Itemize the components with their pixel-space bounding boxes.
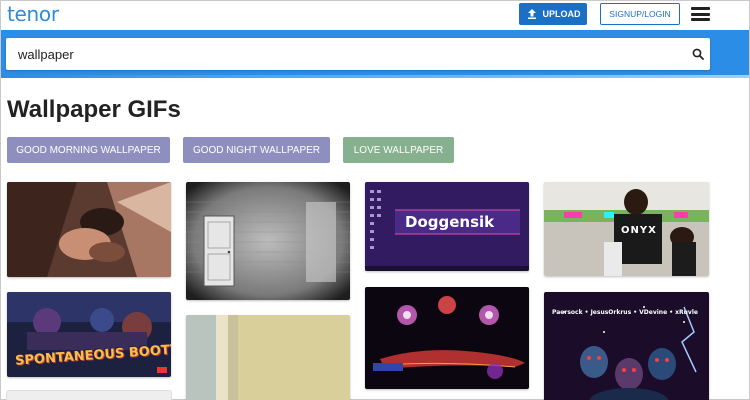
- signup-login-button[interactable]: SIGNUP/LOGIN: [600, 3, 680, 25]
- red-badge: [157, 367, 167, 373]
- gif-tile-brick-wall-door[interactable]: [186, 182, 350, 300]
- tenor-logo[interactable]: tenor: [7, 2, 59, 26]
- gif-caption-onyx: ONYX: [621, 225, 657, 236]
- gif-caption-doggensik: Doggensik: [405, 213, 495, 231]
- gif-tile-doggensik[interactable]: Doggensik: [365, 182, 529, 271]
- search-band: [1, 30, 749, 78]
- page-title: Wallpaper GIFs: [7, 96, 181, 123]
- tag-good-morning-wallpaper[interactable]: GOOD MORNING WALLPAPER: [7, 137, 170, 163]
- upload-icon: [527, 9, 536, 19]
- hamburger-menu-icon[interactable]: [691, 7, 710, 21]
- search-box[interactable]: [6, 38, 710, 70]
- gif-tile-partial-bottom[interactable]: [7, 391, 171, 400]
- upload-button[interactable]: UPLOAD: [519, 3, 587, 25]
- tag-good-night-wallpaper[interactable]: GOOD NIGHT WALLPAPER: [183, 137, 330, 163]
- gif-tile-blurred-beige[interactable]: [186, 315, 350, 400]
- gif-tile-neon-car[interactable]: [365, 287, 529, 389]
- search-input[interactable]: [18, 45, 668, 63]
- gif-tile-galaxy-faces[interactable]: Paersock • JesusOrkrus • VDevine • xRuvl…: [544, 292, 709, 400]
- gif-tile-spontaneous-booty[interactable]: SPONTANEOUS BOOTY: [7, 292, 171, 377]
- tag-love-wallpaper[interactable]: LOVE WALLPAPER: [343, 137, 454, 163]
- gif-tile-couple-scene[interactable]: [7, 182, 171, 277]
- upload-label: UPLOAD: [542, 9, 581, 19]
- gif-tile-onyx[interactable]: ONYX: [544, 182, 709, 276]
- gif-caption-names: Paersock • JesusOrkrus • VDevine • xRuvl…: [552, 309, 698, 316]
- search-icon[interactable]: [692, 48, 704, 60]
- top-bar: tenor UPLOAD SIGNUP/LOGIN: [1, 1, 749, 30]
